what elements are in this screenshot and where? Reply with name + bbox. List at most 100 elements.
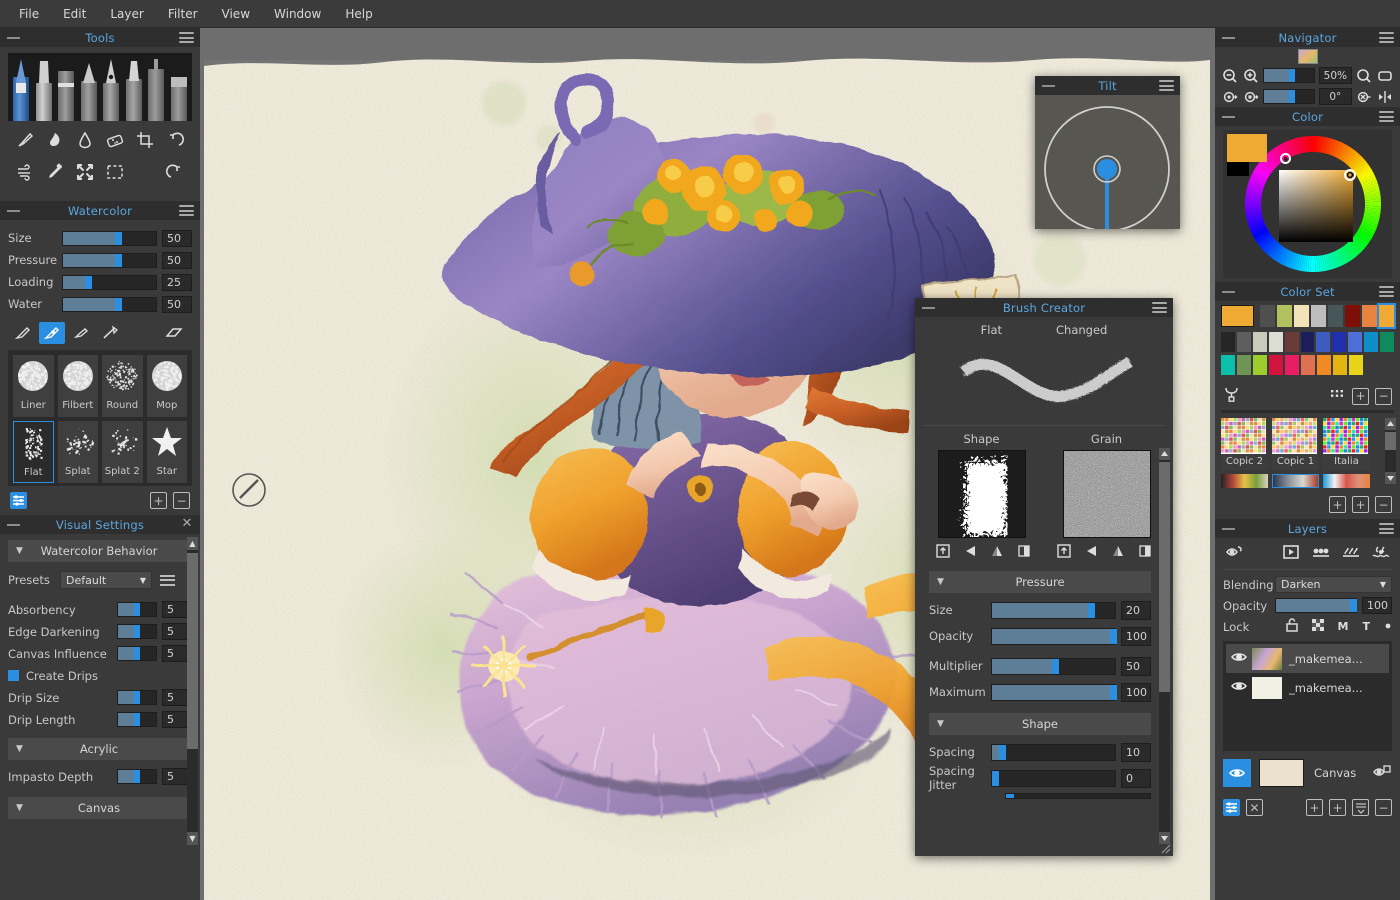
minimize-icon[interactable] (7, 524, 20, 526)
color-swatch[interactable] (1277, 305, 1292, 327)
minimize-icon[interactable] (1222, 528, 1235, 530)
setting-slider[interactable] (117, 624, 157, 639)
color-swatch[interactable] (1317, 355, 1331, 375)
visual-settings-scrollbar[interactable]: ▲ ▼ (187, 537, 198, 845)
layer-visibility-icon[interactable] (1225, 544, 1245, 563)
slider-value[interactable]: 50 (162, 230, 192, 247)
select-icon[interactable] (104, 161, 126, 183)
delete-layer-icon[interactable]: − (1375, 799, 1392, 816)
crop-icon[interactable] (134, 129, 156, 151)
burger-icon[interactable] (1379, 32, 1394, 43)
burger-icon[interactable] (1379, 523, 1394, 534)
menu-item-edit[interactable]: Edit (52, 3, 97, 25)
menu-item-view[interactable]: View (211, 3, 261, 25)
brush-creator-scrollbar[interactable] (1159, 448, 1170, 844)
burger-icon[interactable] (1159, 80, 1174, 91)
rotate-left-icon[interactable] (963, 544, 977, 561)
tilt-window[interactable]: Tilt (1035, 76, 1180, 229)
color-swatch[interactable] (1237, 355, 1251, 375)
canvas-visibility-icon[interactable] (1223, 759, 1251, 787)
color-swatch[interactable] (1269, 332, 1283, 352)
color-set-titlebar[interactable]: Color Set (1215, 282, 1400, 301)
menu-item-layer[interactable]: Layer (99, 3, 154, 25)
canvas-header[interactable]: ▼ Canvas (8, 797, 190, 819)
brush-setting-slider[interactable] (991, 602, 1116, 619)
color-swatch[interactable] (1333, 355, 1347, 375)
color-swatch[interactable] (1253, 332, 1267, 352)
slider-value[interactable]: 25 (162, 274, 192, 291)
rotate-left-icon[interactable] (1084, 544, 1098, 561)
layers-titlebar[interactable]: Layers (1215, 519, 1400, 538)
blending-select[interactable]: Darken ▼ (1275, 576, 1392, 593)
brush-blend-icon[interactable] (97, 322, 123, 344)
tilt-pad[interactable] (1035, 95, 1180, 229)
minimize-icon[interactable] (7, 210, 20, 212)
navigator-titlebar[interactable]: Navigator (1215, 28, 1400, 47)
layer-visibility-toggle[interactable] (1230, 650, 1248, 667)
palette-italia[interactable]: Italia (1323, 418, 1370, 470)
brush-preset-star[interactable]: Star (147, 421, 188, 483)
brush-preset-liner[interactable]: Liner (13, 355, 54, 417)
brush-type-strip[interactable] (8, 53, 192, 121)
zoom-in-icon[interactable] (1242, 67, 1259, 84)
setting-value[interactable]: 5 (162, 623, 190, 640)
color-swatch[interactable] (1221, 355, 1235, 375)
dot-icon[interactable] (1384, 620, 1392, 633)
brush-dry-icon[interactable] (68, 322, 94, 344)
color-swatch[interactable] (1253, 355, 1267, 375)
menu-item-filter[interactable]: Filter (157, 3, 209, 25)
close-icon[interactable]: ✕ (181, 518, 193, 530)
rotate-ccw-icon[interactable] (1221, 88, 1238, 105)
brush-setting-slider[interactable] (991, 628, 1116, 645)
minimize-icon[interactable] (1222, 116, 1235, 118)
grid-icon[interactable] (1330, 388, 1344, 404)
flip-horizontal-icon[interactable] (1138, 544, 1152, 561)
brush-preset-splat[interactable]: Splat (58, 421, 99, 483)
color-swatch[interactable] (1349, 355, 1363, 375)
palette-strip[interactable] (1272, 474, 1319, 488)
shape-thumbnail[interactable] (938, 450, 1026, 538)
slider-value[interactable]: 50 (162, 252, 192, 269)
duplicate-icon[interactable]: + (150, 492, 167, 509)
tilt-titlebar[interactable]: Tilt (1035, 76, 1180, 95)
shape-section-header[interactable]: ▼ Shape (929, 713, 1151, 735)
burger-icon[interactable] (1152, 302, 1167, 313)
menu-item-file[interactable]: File (8, 3, 50, 25)
setting-value[interactable]: 5 (162, 645, 190, 662)
presets-menu-icon[interactable] (160, 575, 175, 586)
duplicate-icon[interactable]: + (1352, 496, 1369, 513)
zoom-slider[interactable] (1263, 68, 1315, 83)
dry-icon[interactable] (1312, 544, 1330, 563)
brush-wet-icon[interactable] (10, 322, 36, 344)
color-swatch[interactable] (1328, 305, 1343, 327)
color-swatch[interactable] (1285, 332, 1299, 352)
watercolor-behavior-header[interactable]: ▼ Watercolor Behavior (8, 540, 190, 562)
palette-strip[interactable] (1323, 474, 1370, 488)
minimize-icon[interactable] (1042, 85, 1055, 87)
palette-scrollbar[interactable] (1385, 418, 1396, 484)
brush-setting-slider[interactable] (991, 684, 1116, 701)
brush-setting-value[interactable]: 10 (1121, 743, 1151, 762)
eraser-icon[interactable] (104, 129, 126, 151)
layer-visibility-toggle[interactable] (1230, 679, 1248, 696)
color-wheel-area[interactable] (1223, 130, 1392, 278)
color-swatch[interactable] (1260, 305, 1275, 327)
tool-marker[interactable] (123, 57, 145, 121)
canvas-settings-icon[interactable] (1372, 764, 1392, 783)
palette-copic-2[interactable]: Copic 2 (1221, 418, 1268, 470)
create-drips-row[interactable]: Create Drips (8, 665, 190, 686)
water-icon[interactable] (1372, 544, 1390, 563)
layer-item[interactable]: _makemea... (1226, 644, 1389, 673)
acrylic-header[interactable]: ▼ Acrylic (8, 738, 190, 760)
brush-setting-value[interactable]: 100 (1121, 683, 1151, 702)
resize-grip[interactable] (1160, 843, 1171, 854)
minimize-icon[interactable] (7, 37, 20, 39)
brush-water-icon[interactable] (39, 322, 65, 344)
brush-setting-value[interactable]: 0 (1121, 769, 1151, 788)
rotate-cw-icon[interactable] (1242, 88, 1259, 105)
merge-icon[interactable] (1352, 799, 1369, 816)
brush-setting-slider[interactable] (991, 744, 1116, 761)
water-drop-icon[interactable] (74, 129, 96, 151)
fill-icon[interactable] (1377, 67, 1394, 84)
color-swatch[interactable] (1237, 332, 1251, 352)
